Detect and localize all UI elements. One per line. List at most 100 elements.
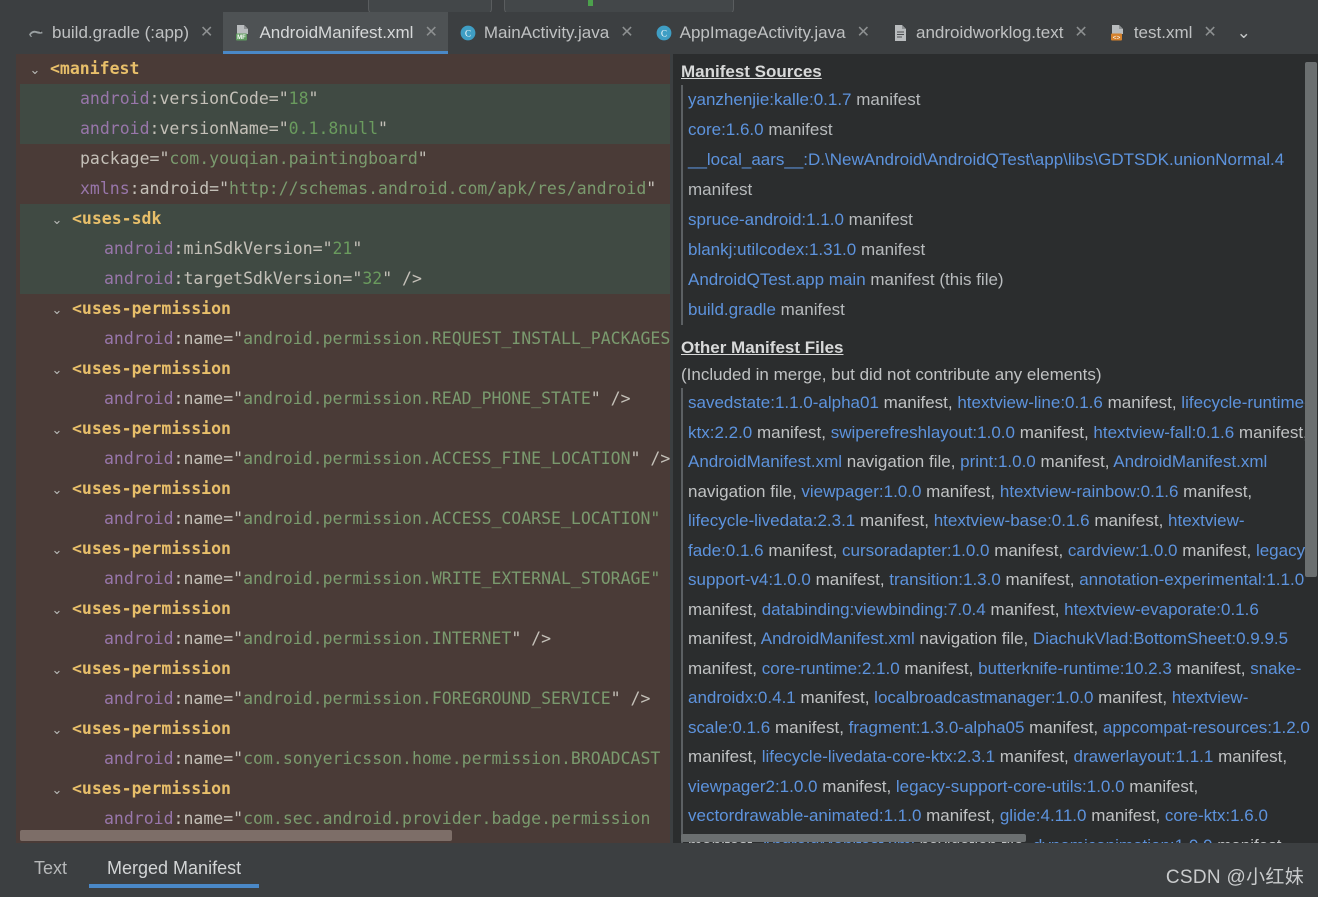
code-line[interactable]: android:versionName="0.1.8null": [20, 114, 670, 144]
editor-tab-test-xml[interactable]: <> test.xml ✕: [1098, 12, 1227, 54]
editor-mode-tab-merged-manifest[interactable]: Merged Manifest: [89, 843, 260, 893]
other-manifest-link[interactable]: vectordrawable-animated:1.1.0: [688, 806, 921, 825]
code-line[interactable]: android:name="android.permission.READ_PH…: [20, 384, 670, 414]
code-line[interactable]: android:name="android.permission.FOREGRO…: [20, 684, 670, 714]
editor-tab-close-icon[interactable]: ✕: [1072, 25, 1089, 41]
code-line[interactable]: xmlns:android="http://schemas.android.co…: [20, 174, 670, 204]
code-line[interactable]: ⌄ <uses-permission: [20, 354, 670, 384]
code-line[interactable]: ⌄ <uses-sdk: [20, 204, 670, 234]
editor-mode-tab-text[interactable]: Text: [16, 843, 85, 893]
other-manifest-link[interactable]: htextview-fall:0.1.6: [1093, 423, 1234, 442]
other-manifest-link[interactable]: htextview-line:0.1.6: [957, 393, 1103, 412]
other-manifest-link[interactable]: viewpager2:1.0.0: [688, 777, 817, 796]
other-manifest-link[interactable]: viewpager:1.0.0: [801, 482, 921, 501]
code-token: android.permission.ACCESS_COARSE_LOCATIO…: [243, 509, 670, 528]
editor-tab-androidworklog-text[interactable]: androidworklog.text ✕: [880, 12, 1098, 54]
code-line[interactable]: ⌄ <uses-permission: [20, 414, 670, 444]
editor-tab-close-icon[interactable]: ✕: [422, 25, 439, 41]
merged-manifest-xml-editor[interactable]: ⌄ <manifest android:versionCode="18" andr…: [0, 54, 670, 843]
code-token: android: [104, 809, 174, 828]
other-manifest-link[interactable]: core-runtime:2.1.0: [762, 659, 900, 678]
code-fold-chevron-icon[interactable]: ⌄: [42, 595, 72, 625]
manifest-source-link[interactable]: spruce-android:1.1.0: [688, 210, 844, 229]
code-fold-chevron-icon[interactable]: ⌄: [42, 475, 72, 505]
code-line[interactable]: android:name="com.sonyericsson.home.perm…: [20, 744, 670, 774]
editor-tab-appimageactivity-java[interactable]: C AppImageActivity.java ✕: [644, 12, 880, 54]
info-panel-vertical-scrollbar-thumb[interactable]: [1305, 62, 1317, 577]
code-line[interactable]: ⌄ <uses-permission: [20, 714, 670, 744]
editor-tab-mainactivity-java[interactable]: C MainActivity.java ✕: [448, 12, 644, 54]
code-line[interactable]: android:versionCode="18": [20, 84, 670, 114]
code-fold-chevron-icon[interactable]: ⌄: [42, 655, 72, 685]
other-manifest-link[interactable]: cardview:1.0.0: [1068, 541, 1178, 560]
other-manifest-link[interactable]: print:1.0.0: [960, 452, 1036, 471]
other-manifest-link[interactable]: AndroidManifest.xml: [761, 629, 915, 648]
other-manifest-link[interactable]: core-ktx:1.6.0: [1165, 806, 1268, 825]
other-manifest-link[interactable]: swiperefreshlayout:1.0.0: [831, 423, 1015, 442]
code-line[interactable]: ⌄ <uses-permission: [20, 774, 670, 804]
other-manifest-link[interactable]: appcompat-resources:1.2.0: [1103, 718, 1310, 737]
code-line[interactable]: android:minSdkVersion="21": [20, 234, 670, 264]
code-fold-chevron-icon[interactable]: ⌄: [42, 355, 72, 385]
code-line[interactable]: ⌄ <uses-permission: [20, 654, 670, 684]
other-manifest-link[interactable]: cursoradapter:1.0.0: [842, 541, 989, 560]
code-line[interactable]: ⌄ <uses-permission: [20, 534, 670, 564]
code-line[interactable]: android:name="android.permission.ACCESS_…: [20, 444, 670, 474]
code-line[interactable]: android:name="android.permission.ACCESS_…: [20, 504, 670, 534]
code-line[interactable]: android:name="android.permission.REQUEST…: [20, 324, 670, 354]
other-manifest-link[interactable]: drawerlayout:1.1.1: [1074, 747, 1214, 766]
other-manifest-link[interactable]: butterknife-runtime:10.2.3: [978, 659, 1172, 678]
other-manifest-link[interactable]: htextview-evaporate:0.1.6: [1064, 600, 1259, 619]
manifest-source-link[interactable]: __local_aars__:D.\NewAndroid\AndroidQTes…: [688, 150, 1284, 169]
editor-tab-close-icon[interactable]: ✕: [855, 25, 872, 41]
other-manifest-link[interactable]: AndroidManifest.xml: [1113, 452, 1267, 471]
tab-overflow-chevron-icon[interactable]: ⌄: [1227, 12, 1261, 54]
code-token: <uses-permission: [72, 359, 231, 378]
manifest-source-link[interactable]: yanzhenjie:kalle:0.1.7: [688, 90, 852, 109]
editor-tab-build-gradle-app[interactable]: build.gradle (:app) ✕: [16, 12, 223, 54]
editor-tab-androidmanifest-xml[interactable]: MF AndroidManifest.xml ✕: [223, 12, 449, 54]
info-panel-horizontal-scrollbar-thumb[interactable]: [681, 834, 1026, 842]
code-line[interactable]: ⌄ <uses-permission: [20, 594, 670, 624]
other-manifest-link[interactable]: transition:1.3.0: [889, 570, 1001, 589]
other-manifest-link[interactable]: glide:4.11.0: [1000, 806, 1087, 825]
bottom-edge: [0, 893, 1318, 897]
code-line[interactable]: android:name="android.permission.INTERNE…: [20, 624, 670, 654]
other-manifest-link[interactable]: htextview-rainbow:0.1.6: [1000, 482, 1179, 501]
code-token: android: [104, 689, 174, 708]
code-fold-chevron-icon[interactable]: ⌄: [42, 775, 72, 805]
code-line[interactable]: ⌄ <uses-permission: [20, 294, 670, 324]
manifest-source-link[interactable]: core:1.6.0: [688, 120, 764, 139]
editor-tab-close-icon[interactable]: ✕: [198, 25, 215, 41]
other-manifest-link[interactable]: lifecycle-livedata-core-ktx:2.3.1: [762, 747, 995, 766]
other-manifest-link[interactable]: fragment:1.3.0-alpha05: [849, 718, 1025, 737]
editor-horizontal-scrollbar-thumb[interactable]: [20, 830, 452, 841]
other-manifest-link[interactable]: dynamicanimation:1.0.0: [1033, 836, 1213, 844]
code-line[interactable]: android:name="android.permission.WRITE_E…: [20, 564, 670, 594]
code-line[interactable]: ⌄ <uses-permission: [20, 474, 670, 504]
other-manifest-link[interactable]: legacy-support-core-utils:1.0.0: [896, 777, 1125, 796]
other-manifest-link[interactable]: localbroadcastmanager:1.0.0: [874, 688, 1093, 707]
code-fold-chevron-icon[interactable]: ⌄: [42, 535, 72, 565]
other-manifest-link[interactable]: databinding:viewbinding:7.0.4: [762, 600, 986, 619]
other-manifest-link[interactable]: DiachukVlad:BottomSheet:0.9.9.5: [1033, 629, 1288, 648]
editor-tab-close-icon[interactable]: ✕: [1201, 25, 1218, 41]
other-manifest-link[interactable]: lifecycle-livedata:2.3.1: [688, 511, 855, 530]
editor-tab-close-icon[interactable]: ✕: [618, 25, 635, 41]
manifest-source-link[interactable]: build.gradle: [688, 300, 776, 319]
code-fold-chevron-icon[interactable]: ⌄: [42, 415, 72, 445]
manifest-source-link[interactable]: AndroidQTest.app main: [688, 270, 866, 289]
code-line[interactable]: android:targetSdkVersion="32" />: [20, 264, 670, 294]
code-fold-chevron-icon[interactable]: ⌄: [20, 55, 50, 85]
other-manifest-link[interactable]: annotation-experimental:1.1.0: [1079, 570, 1304, 589]
code-fold-chevron-icon[interactable]: ⌄: [42, 295, 72, 325]
code-token: ": [233, 389, 244, 408]
manifest-source-link[interactable]: blankj:utilcodex:1.31.0: [688, 240, 856, 259]
other-manifest-link[interactable]: savedstate:1.1.0-alpha01: [688, 393, 879, 412]
code-line[interactable]: ⌄ <manifest: [20, 54, 670, 84]
other-manifest-link[interactable]: AndroidManifest.xml: [688, 452, 842, 471]
other-manifest-link[interactable]: htextview-base:0.1.6: [934, 511, 1090, 530]
code-line[interactable]: package="com.youqian.paintingboard": [20, 144, 670, 174]
code-fold-chevron-icon[interactable]: ⌄: [42, 715, 72, 745]
code-fold-chevron-icon[interactable]: ⌄: [42, 205, 72, 235]
